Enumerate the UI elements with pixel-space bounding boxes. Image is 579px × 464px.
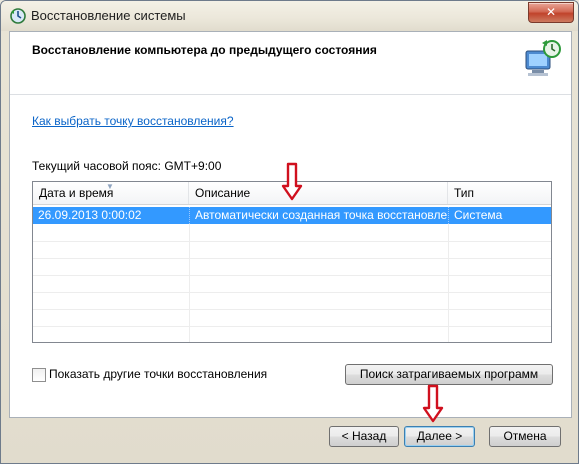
column-type[interactable]: Тип [448,182,551,204]
show-more-points-label[interactable]: Показать другие точки восстановления [49,367,267,381]
grid-line [33,258,551,259]
show-more-points-checkbox[interactable] [32,368,46,382]
title-bar[interactable]: Восстановление системы ✕ [1,1,578,31]
annotation-arrow-down-icon [281,162,303,201]
grid-line [33,326,551,327]
annotation-arrow-down-icon [422,384,444,423]
window-title: Восстановление системы [31,8,186,23]
grid-line [189,224,190,342]
cancel-button[interactable]: Отмена [489,426,561,447]
close-button[interactable]: ✕ [528,2,574,23]
system-restore-icon [10,8,26,24]
grid-line [33,292,551,293]
sort-down-icon: ▼ [106,182,114,191]
cell-date: 26.09.2013 0:00:02 [38,208,142,222]
column-description[interactable]: Описание [189,182,448,204]
system-restore-window: Восстановление системы ✕ Восстановление … [0,0,579,464]
back-button[interactable]: < Назад [329,426,399,447]
wizard-page: Восстановление компьютера до предыдущего… [9,31,572,418]
cell-type: Система [448,207,551,224]
cell-description: Автоматически созданная точка восстановл… [189,207,448,224]
grid-line [448,224,449,342]
next-button[interactable]: Далее > [404,426,475,447]
scan-affected-programs-button[interactable]: Поиск затрагиваемых программ [345,364,553,385]
page-title: Восстановление компьютера до предыдущего… [32,43,377,57]
computer-restore-icon [525,40,561,76]
header-divider [10,94,571,95]
restore-points-table[interactable]: Дата и время ▼ Описание Тип 26.09.2013 0… [32,181,552,343]
grid-line [33,275,551,276]
grid-line [33,309,551,310]
grid-line [33,241,551,242]
table-row[interactable]: 26.09.2013 0:00:02 Автоматически созданн… [33,207,551,224]
help-link-restore-point[interactable]: Как выбрать точку восстановления? [32,114,234,128]
timezone-label: Текущий часовой пояс: GMT+9:00 [32,159,222,173]
